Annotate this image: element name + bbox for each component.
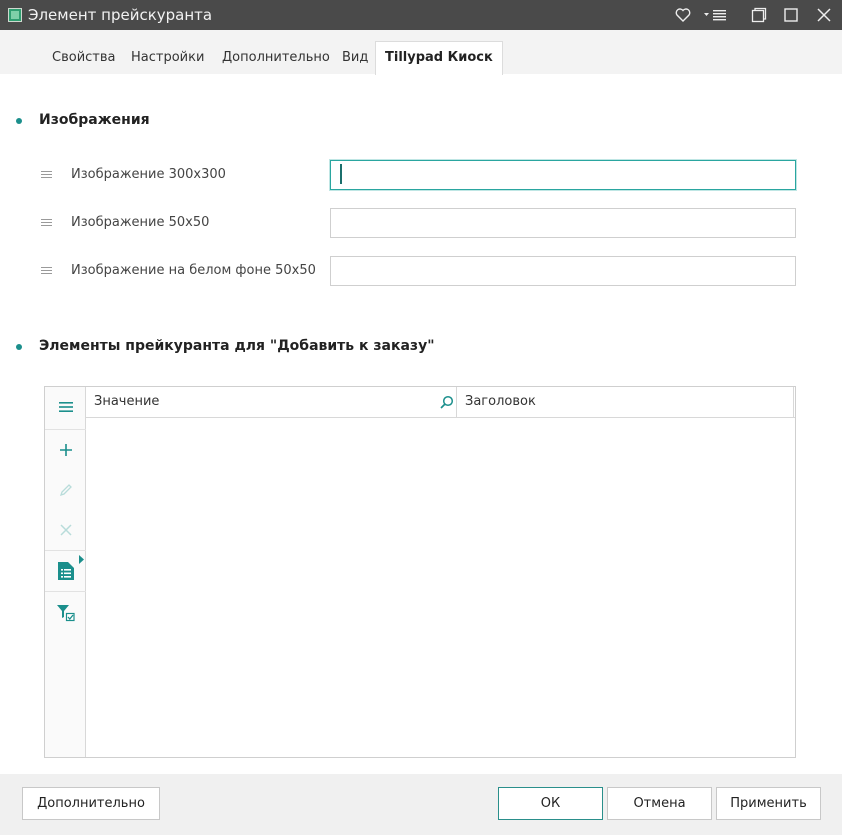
toolbar-divider [45, 591, 86, 592]
app-icon [8, 8, 22, 22]
expand-arrow-icon[interactable] [79, 553, 85, 568]
dialog-footer: Дополнительно ОК Отмена Применить [0, 774, 842, 835]
favorite-heart-icon[interactable] [673, 4, 693, 26]
tab-additional[interactable]: Дополнительно [222, 42, 330, 74]
images-section-title: Изображения [39, 112, 150, 128]
image-300-input[interactable] [330, 160, 796, 190]
tab-properties[interactable]: Свойства [52, 42, 116, 74]
drag-handle-icon[interactable] [41, 171, 52, 179]
column-header-value[interactable]: Значение [86, 387, 456, 417]
delete-icon[interactable] [45, 510, 86, 550]
window-title: Элемент прейскуранта [28, 6, 213, 24]
ok-button[interactable]: ОК [498, 787, 603, 820]
drag-handle-icon[interactable] [41, 267, 52, 275]
cancel-button[interactable]: Отмена [607, 787, 712, 820]
grid-header: Значение Заголовок [86, 387, 795, 418]
tab-settings[interactable]: Настройки [131, 42, 204, 74]
window-menu-icon[interactable] [702, 4, 728, 26]
column-divider[interactable] [793, 387, 794, 418]
add-icon[interactable] [45, 430, 86, 470]
image-white-50-label: Изображение на белом фоне 50x50 [71, 263, 316, 278]
image-white-50-input[interactable] [330, 256, 796, 286]
grid-toolbar [45, 387, 86, 757]
image-50-input[interactable] [330, 208, 796, 238]
search-icon[interactable] [440, 395, 454, 413]
tab-tillypad-kiosk[interactable]: Tillypad Киоск [375, 41, 503, 75]
more-button[interactable]: Дополнительно [22, 787, 160, 820]
column-header-title[interactable]: Заголовок [457, 387, 793, 417]
edit-pencil-icon[interactable] [45, 470, 86, 510]
restore-window-icon[interactable] [749, 4, 769, 26]
drag-handle-icon[interactable] [41, 219, 52, 227]
tab-bar: Свойства Настройки Дополнительно Вид Til… [0, 30, 842, 75]
section-bullet [16, 344, 22, 350]
text-caret [340, 164, 342, 184]
grid-menu-icon[interactable] [45, 387, 86, 427]
tab-view[interactable]: Вид [342, 42, 368, 74]
apply-button[interactable]: Применить [716, 787, 821, 820]
image-300-label: Изображение 300x300 [71, 167, 226, 182]
items-grid: Значение Заголовок [44, 386, 796, 758]
close-icon[interactable] [814, 4, 834, 26]
section-bullet [16, 118, 22, 124]
image-50-label: Изображение 50x50 [71, 215, 210, 230]
maximize-icon[interactable] [781, 4, 801, 26]
title-bar: Элемент прейскуранта [0, 0, 842, 30]
items-section-title: Элементы прейкуранта для "Добавить к зак… [39, 338, 435, 354]
filter-check-icon[interactable] [45, 593, 86, 633]
